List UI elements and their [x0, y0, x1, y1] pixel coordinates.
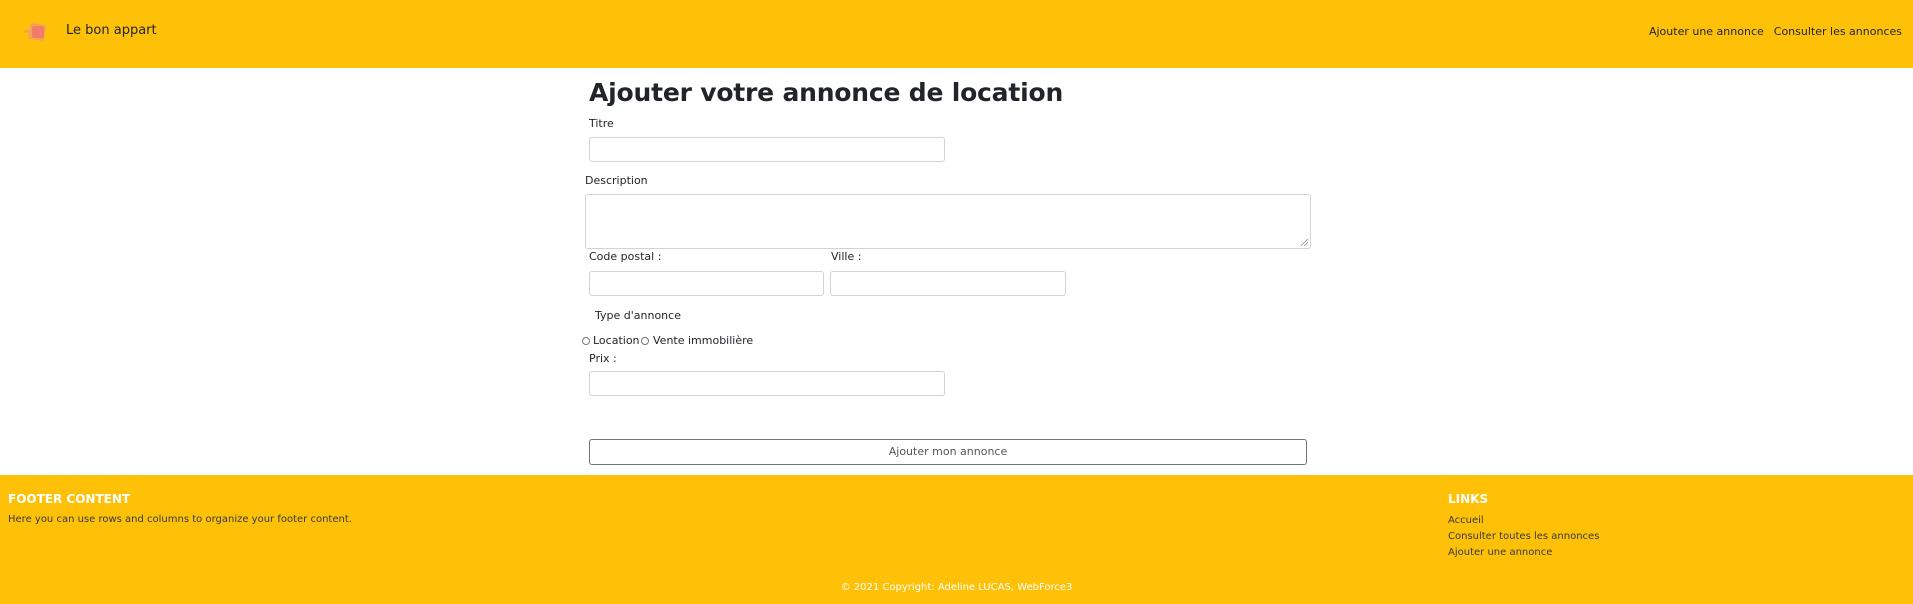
description-label: Description	[585, 174, 648, 187]
brand-logo-icon[interactable]	[24, 22, 47, 42]
nav-link-add-listing[interactable]: Ajouter une annonce	[1649, 25, 1764, 38]
copyright: © 2021 Copyright: Adeline LUCAS, WebForc…	[840, 582, 1073, 593]
footer-content-title: FOOTER CONTENT	[8, 492, 131, 506]
radio-vente[interactable]	[641, 337, 649, 345]
titre-input[interactable]	[589, 137, 945, 162]
resize-grip-icon[interactable]	[1301, 239, 1308, 246]
ville-label: Ville :	[831, 250, 862, 263]
navbar: Le bon appart Ajouter une annonce Consul…	[0, 0, 1913, 68]
radio-vente-label[interactable]: Vente immobilière	[653, 334, 753, 347]
footer-links: Accueil Consulter toutes les annonces Aj…	[1448, 513, 1599, 561]
footer: FOOTER CONTENT Here you can use rows and…	[0, 475, 1913, 604]
footer-content-text: Here you can use rows and columns to org…	[8, 514, 352, 525]
footer-link-home[interactable]: Accueil	[1448, 513, 1599, 529]
submit-button[interactable]: Ajouter mon annonce	[589, 439, 1307, 465]
code-postal-input[interactable]	[589, 271, 824, 296]
ville-input[interactable]	[830, 271, 1066, 296]
page-title: Ajouter votre annonce de location	[589, 78, 1064, 107]
titre-label: Titre	[589, 117, 614, 130]
type-annonce-label: Type d'annonce	[595, 309, 681, 322]
brand-name[interactable]: Le bon appart	[66, 23, 157, 38]
radio-location-label[interactable]: Location	[593, 334, 640, 347]
prix-label: Prix :	[589, 352, 617, 365]
code-postal-label: Code postal :	[589, 250, 662, 263]
nav-links: Ajouter une annonce Consulter les annonc…	[1649, 25, 1902, 38]
footer-links-title: LINKS	[1448, 492, 1489, 506]
description-textarea[interactable]	[585, 194, 1311, 249]
radio-location[interactable]	[582, 337, 590, 345]
prix-input[interactable]	[589, 371, 945, 396]
nav-link-view-listings[interactable]: Consulter les annonces	[1774, 25, 1902, 38]
footer-link-add-listing[interactable]: Ajouter une annonce	[1448, 545, 1599, 561]
footer-link-all-listings[interactable]: Consulter toutes les annonces	[1448, 529, 1599, 545]
